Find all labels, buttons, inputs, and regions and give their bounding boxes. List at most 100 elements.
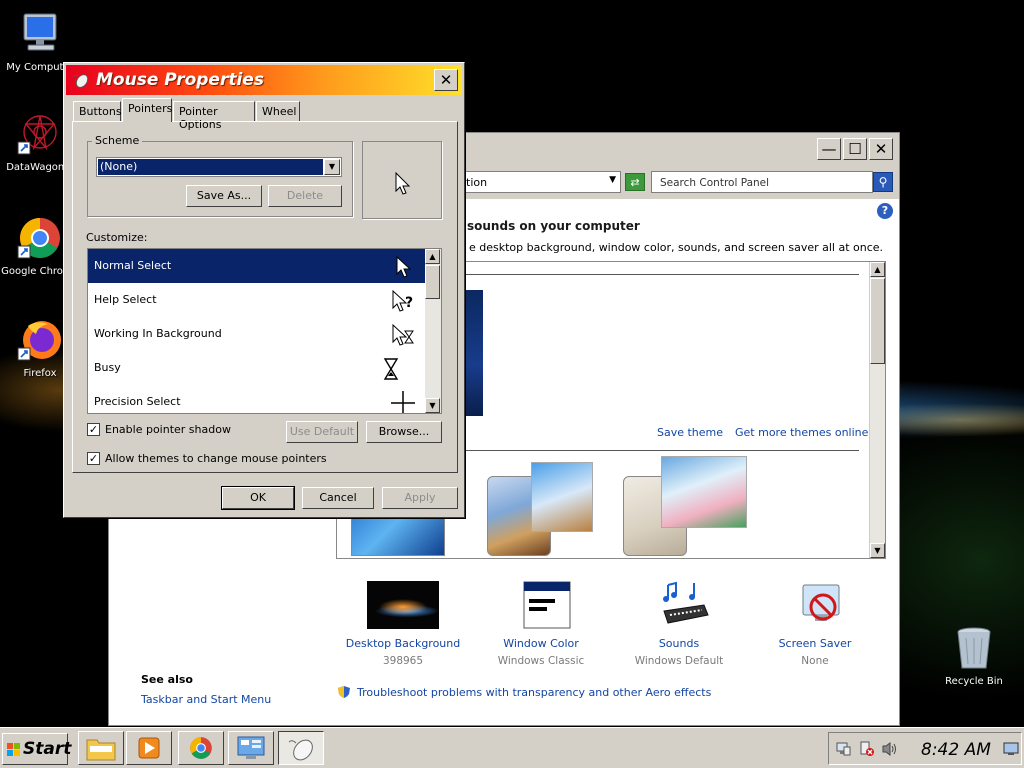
scroll-thumb[interactable]	[870, 278, 885, 364]
scheme-select[interactable]: (None) ▼	[96, 157, 342, 177]
cancel-button[interactable]: Cancel	[302, 487, 374, 509]
screen-saver-title: Screen Saver	[778, 637, 852, 650]
get-more-themes-link[interactable]: Get more themes online	[735, 426, 868, 439]
search-icon: ⚲	[878, 175, 888, 189]
sounds-title: Sounds	[658, 637, 700, 650]
address-bar[interactable]: tion ▼	[459, 171, 621, 193]
tab-wheel[interactable]: Wheel	[256, 101, 300, 121]
folder-icon	[86, 739, 116, 761]
desktop-background-title: Desktop Background	[345, 637, 461, 650]
datawagon-icon	[16, 110, 64, 158]
maximize-button[interactable]: ☐	[843, 138, 867, 160]
taskbar-mouse-properties-button[interactable]	[278, 731, 324, 765]
enable-pointer-shadow-label: Enable pointer shadow	[105, 423, 231, 436]
tab-buttons[interactable]: Buttons	[73, 101, 122, 121]
customize-label: Customize:	[86, 231, 148, 244]
desktop-icon-recycle-bin[interactable]: Recycle Bin	[934, 624, 1014, 687]
list-item-busy[interactable]: Busy	[88, 351, 425, 385]
network-disconnected-icon[interactable]	[859, 741, 875, 757]
minimize-button[interactable]: —	[817, 138, 841, 160]
volume-icon[interactable]	[881, 741, 899, 757]
screen-saver-value: None	[801, 655, 829, 667]
sounds-icon	[643, 581, 715, 629]
tab-pointer-options[interactable]: Pointer Options	[173, 101, 255, 131]
pointer-name: Normal Select	[94, 259, 172, 272]
save-as-button[interactable]: Save As...	[186, 185, 262, 207]
sounds-item[interactable]: Sounds Windows Default	[619, 581, 739, 667]
scroll-up-button[interactable]: ▲	[870, 262, 885, 277]
refresh-button[interactable]: ⇄	[625, 173, 645, 191]
pointer-name: Help Select	[94, 293, 157, 306]
chevron-down-icon[interactable]: ▼	[609, 175, 616, 185]
control-panel-icon	[237, 736, 265, 759]
pointer-list-scrollbar[interactable]: ▲ ▼	[425, 249, 441, 413]
tab-pointers[interactable]: Pointers	[122, 98, 172, 122]
dialog-close-button[interactable]: ✕	[434, 69, 458, 91]
arrow-cursor-icon	[395, 172, 411, 195]
firefox-icon	[16, 316, 64, 364]
close-button[interactable]: ✕	[869, 138, 893, 160]
computer-icon	[16, 10, 64, 58]
page-title: sounds on your computer	[467, 219, 640, 233]
see-also-label: See also	[141, 673, 193, 686]
desktop-background-thumbnail	[367, 581, 439, 629]
refresh-icon: ⇄	[630, 176, 640, 189]
pointer-list[interactable]: Normal Select Help Select ? Working In B…	[87, 248, 442, 414]
shield-icon	[337, 685, 351, 699]
scroll-down-button[interactable]: ▼	[870, 543, 885, 558]
use-default-button[interactable]: Use Default	[286, 421, 358, 443]
close-icon: ✕	[874, 140, 888, 158]
sounds-value: Windows Default	[634, 655, 724, 667]
apply-button[interactable]: Apply	[382, 487, 458, 509]
screen-saver-item[interactable]: Screen Saver None	[755, 581, 875, 667]
mouse-icon	[288, 739, 313, 761]
chevron-down-icon[interactable]: ▼	[324, 159, 340, 175]
mouse-properties-titlebar[interactable]: Mouse Properties ✕	[66, 65, 462, 95]
start-label: Start	[23, 739, 72, 759]
svg-text:?: ?	[405, 295, 413, 311]
list-item-help-select[interactable]: Help Select ?	[88, 283, 425, 317]
scheme-selected-value: (None)	[98, 159, 323, 175]
list-item-normal-select[interactable]: Normal Select	[88, 249, 425, 283]
mouse-properties-dialog[interactable]: Mouse Properties ✕ Buttons Pointers Poin…	[63, 62, 465, 518]
scheme-label: Scheme	[92, 134, 143, 147]
search-input[interactable]: Search Control Panel	[651, 171, 873, 193]
help-cursor-icon: ?	[392, 289, 413, 312]
browse-button[interactable]: Browse...	[366, 421, 442, 443]
maximize-icon: ☐	[848, 140, 862, 158]
list-item-precision-select[interactable]: Precision Select	[88, 385, 425, 413]
delete-button[interactable]: Delete	[268, 185, 342, 207]
theme-list-scrollbar[interactable]: ▲ ▼	[869, 262, 885, 558]
taskbar-media-player-button[interactable]	[126, 731, 172, 765]
taskbar-explorer-button[interactable]	[78, 731, 124, 765]
scroll-thumb[interactable]	[425, 265, 440, 299]
scroll-down-button[interactable]: ▼	[425, 398, 440, 413]
start-button[interactable]: Start	[2, 733, 72, 765]
desktop-background-item[interactable]: Desktop Background 398965	[343, 581, 463, 667]
crosshair-cursor-icon	[391, 391, 415, 413]
help-icon[interactable]: ?	[877, 203, 893, 219]
desktop-background-value: 398965	[382, 655, 424, 667]
taskbar-chrome-button[interactable]	[178, 731, 224, 765]
theme-thumbnail-nature-stack	[661, 456, 747, 528]
address-text: tion	[466, 176, 488, 189]
allow-themes-checkbox[interactable]: ✓	[87, 452, 100, 465]
pointer-name: Busy	[94, 361, 121, 374]
taskbar-control-panel-button[interactable]	[228, 731, 274, 765]
chrome-icon	[190, 737, 212, 759]
list-item-working-in-background[interactable]: Working In Background	[88, 317, 425, 351]
enable-pointer-shadow-checkbox[interactable]: ✓	[87, 423, 100, 436]
show-desktop-icon[interactable]	[1003, 742, 1019, 756]
search-button[interactable]: ⚲	[873, 172, 893, 192]
scroll-up-button[interactable]: ▲	[425, 249, 440, 264]
clock[interactable]: 8:42 AM	[921, 740, 991, 760]
taskbar-start-menu-link[interactable]: Taskbar and Start Menu	[141, 693, 271, 706]
ok-button[interactable]: OK	[221, 486, 295, 510]
window-color-item[interactable]: Window Color Windows Classic	[481, 581, 601, 667]
save-theme-link[interactable]: Save theme	[657, 426, 723, 439]
troubleshoot-aero-link[interactable]: Troubleshoot problems with transparency …	[357, 686, 711, 699]
desktop-icon-label: Recycle Bin	[945, 676, 1003, 687]
close-icon: ✕	[439, 71, 453, 89]
network-icon[interactable]	[835, 741, 851, 757]
pointer-name: Precision Select	[94, 395, 181, 408]
